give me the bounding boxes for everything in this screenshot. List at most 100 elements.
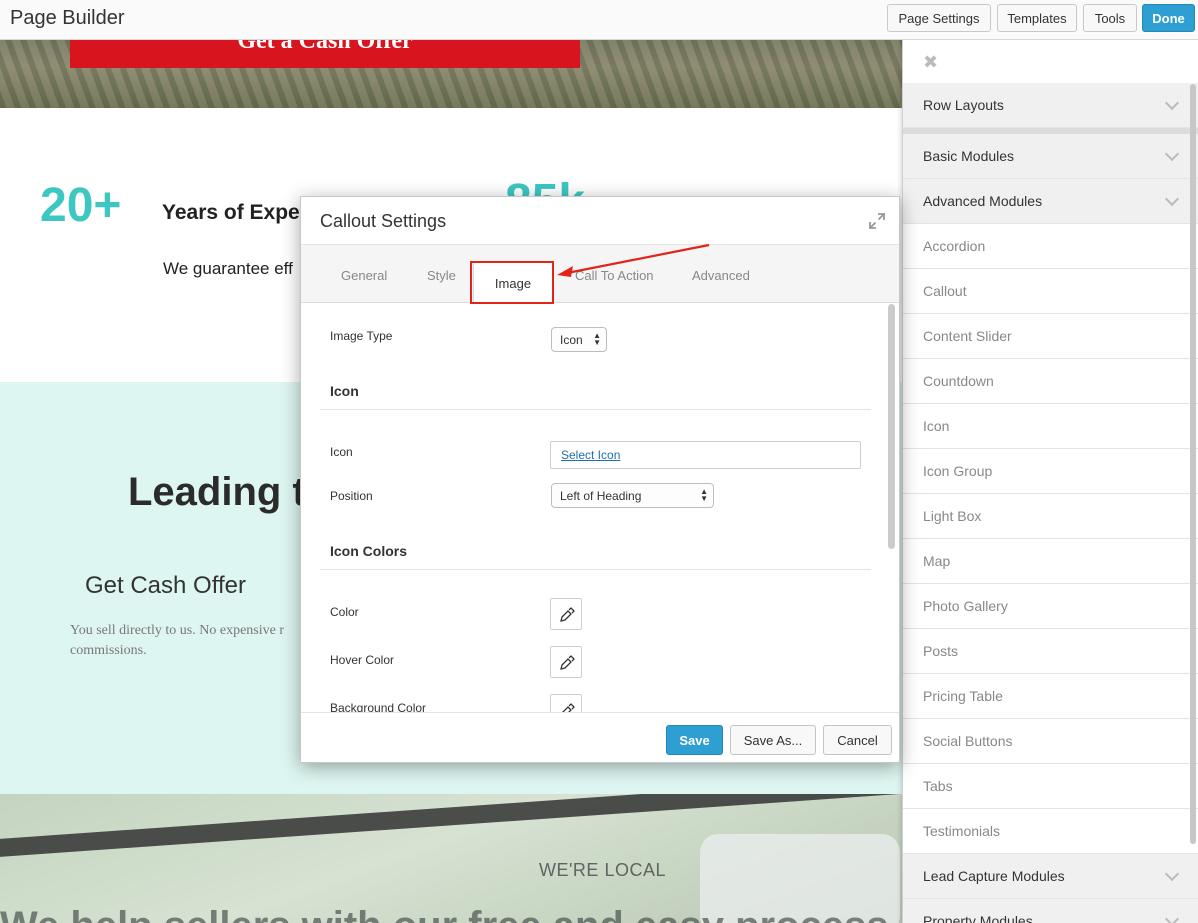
bottom-heading: We help sellers with our free and easy p…	[0, 906, 902, 923]
dialog-body: Image Type Icon ▲ ▼ Icon Icon Select Icon…	[301, 304, 899, 712]
panel-row-label: Posts	[923, 643, 959, 659]
image-type-select[interactable]: Icon ▲ ▼	[551, 327, 607, 352]
cash-offer-cta[interactable]: Get a Cash Offer	[70, 40, 580, 68]
templates-button[interactable]: Templates	[997, 4, 1077, 32]
sell-description: You sell directly to us. No expensive r …	[70, 623, 284, 658]
callout-settings-dialog: Callout Settings General Style Image Cal…	[300, 196, 900, 763]
panel-row-label: Pricing Table	[923, 688, 1003, 704]
panel-row-label: Photo Gallery	[923, 598, 1008, 614]
module-item-photo-gallery[interactable]: Photo Gallery	[903, 584, 1198, 629]
image-type-label: Image Type	[330, 329, 393, 343]
chevron-down-icon	[1164, 146, 1180, 162]
panel-section-advanced-modules[interactable]: Advanced Modules	[903, 179, 1198, 224]
tools-button[interactable]: Tools	[1083, 4, 1137, 32]
module-item-social-buttons[interactable]: Social Buttons	[903, 719, 1198, 764]
panel-section-lead-capture-modules[interactable]: Lead Capture Modules	[903, 854, 1198, 899]
annotation-arrow-icon	[557, 243, 710, 277]
tab-general[interactable]: General	[341, 268, 387, 283]
module-item-icon[interactable]: Icon	[903, 404, 1198, 449]
color-picker[interactable]	[550, 598, 582, 630]
panel-row-label: Property Modules	[923, 913, 1033, 923]
module-item-tabs[interactable]: Tabs	[903, 764, 1198, 809]
save-button[interactable]: Save	[666, 725, 723, 755]
app-title: Page Builder	[10, 7, 125, 29]
color-label: Color	[330, 605, 359, 619]
background-color-label: Background Color	[330, 701, 427, 712]
chevron-down-icon	[1164, 191, 1180, 207]
panel-row-label: Content Slider	[923, 328, 1012, 344]
panel-row-label: Accordion	[923, 238, 986, 254]
cancel-button[interactable]: Cancel	[823, 725, 892, 755]
panel-row-label: Icon Group	[923, 463, 993, 479]
icon-label: Icon	[330, 445, 353, 459]
select-icon-link[interactable]: Select Icon	[561, 448, 620, 462]
position-select[interactable]: Left of Heading ▲ ▼	[551, 483, 714, 508]
panel-row-label: Icon	[923, 418, 950, 434]
dialog-footer: Save Save As... Cancel	[301, 712, 899, 762]
page-settings-button[interactable]: Page Settings	[887, 4, 991, 32]
chevron-down-icon	[1164, 866, 1180, 882]
panel-row-label: Map	[923, 553, 951, 569]
panel-section-row-layouts[interactable]: Row Layouts	[903, 83, 1198, 128]
hover-color-label: Hover Color	[330, 653, 395, 667]
cash-offer-cta-label: Get a Cash Offer	[237, 40, 413, 54]
save-as-button[interactable]: Save As...	[730, 725, 816, 755]
select-arrows-icon: ▲ ▼	[700, 487, 708, 503]
dialog-header: Callout Settings	[301, 197, 899, 245]
eyedropper-icon	[562, 703, 575, 712]
panel-row-label: Light Box	[923, 508, 982, 524]
panel-scrollbar[interactable]	[1190, 84, 1196, 844]
stat-number-2: 85k	[505, 174, 585, 198]
done-button[interactable]: Done	[1142, 4, 1195, 32]
panel-row-label: Row Layouts	[923, 97, 1004, 113]
module-item-accordion[interactable]: Accordion	[903, 224, 1198, 269]
icon-section-heading: Icon	[330, 383, 359, 399]
close-icon[interactable]: ✖	[923, 52, 938, 73]
leading-heading: Leading t	[128, 470, 306, 514]
chevron-down-icon	[1164, 95, 1180, 111]
panel-row-label: Callout	[923, 283, 967, 299]
eyedropper-icon	[560, 607, 575, 622]
stat-label: Years of Expe	[162, 201, 300, 224]
panel-section-property-modules[interactable]: Property Modules	[903, 899, 1198, 923]
panel-row-label: Social Buttons	[923, 733, 1013, 749]
panel-row-label: Tabs	[923, 778, 953, 794]
eyedropper-icon	[560, 655, 575, 670]
expand-icon[interactable]	[869, 213, 885, 229]
top-bar: Page Builder Page Settings Templates Too…	[0, 0, 1198, 40]
tab-style[interactable]: Style	[427, 268, 456, 283]
position-value: Left of Heading	[560, 488, 642, 503]
module-item-posts[interactable]: Posts	[903, 629, 1198, 674]
module-item-testimonials[interactable]: Testimonials	[903, 809, 1198, 854]
stat-number: 20+	[40, 179, 122, 232]
dialog-title: Callout Settings	[320, 211, 447, 231]
local-photo	[0, 794, 902, 923]
panel-row-label: Countdown	[923, 373, 994, 389]
select-icon-field[interactable]: Select Icon	[550, 441, 861, 469]
section-divider	[320, 409, 871, 410]
get-cash-offer-heading: Get Cash Offer	[85, 572, 246, 599]
module-item-callout[interactable]: Callout	[903, 269, 1198, 314]
local-label: WE'RE LOCAL	[539, 860, 666, 880]
panel-row-label: Testimonials	[923, 823, 1001, 839]
module-item-content-slider[interactable]: Content Slider	[903, 314, 1198, 359]
module-item-icon-group[interactable]: Icon Group	[903, 449, 1198, 494]
tab-image[interactable]: Image	[473, 261, 553, 304]
select-arrows-icon: ▲ ▼	[593, 331, 601, 347]
hover-color-picker[interactable]	[550, 646, 582, 678]
stat-description: We guarantee eff	[163, 259, 293, 278]
modules-panel: ✖ Row Layouts Basic Modules Advanced Modul…	[902, 40, 1198, 923]
panel-row-label: Advanced Modules	[923, 193, 1043, 209]
panel-row-label: Lead Capture Modules	[923, 868, 1065, 884]
module-item-countdown[interactable]: Countdown	[903, 359, 1198, 404]
image-type-value: Icon	[560, 332, 583, 347]
icon-colors-heading: Icon Colors	[330, 543, 408, 559]
panel-section-basic-modules[interactable]: Basic Modules	[903, 134, 1198, 179]
module-item-light-box[interactable]: Light Box	[903, 494, 1198, 539]
module-item-map[interactable]: Map	[903, 539, 1198, 584]
chevron-down-icon	[1164, 911, 1180, 923]
module-item-pricing-table[interactable]: Pricing Table	[903, 674, 1198, 719]
background-color-picker[interactable]	[550, 694, 582, 712]
panel-row-label: Basic Modules	[923, 148, 1015, 164]
dialog-scrollbar[interactable]	[888, 304, 895, 549]
